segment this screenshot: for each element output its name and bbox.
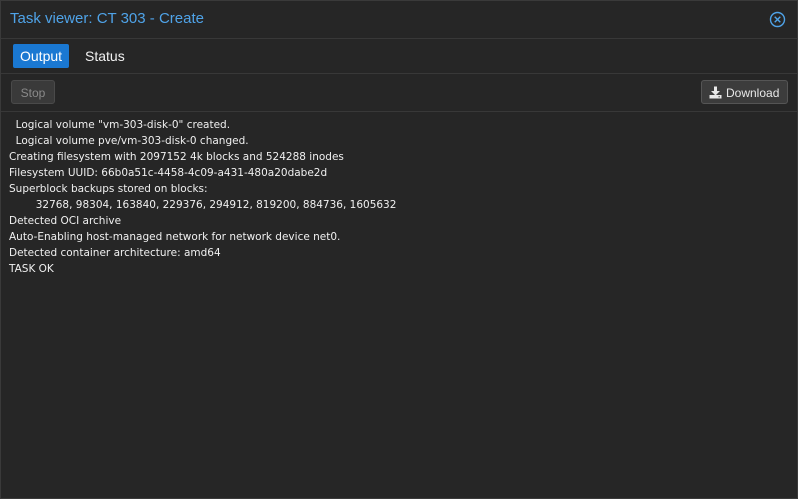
tab-bar: Output Status: [1, 39, 797, 74]
title-bar: Task viewer: CT 303 - Create: [1, 1, 797, 39]
task-log-output: Logical volume "vm-303-disk-0" created. …: [1, 112, 797, 498]
window-title: Task viewer: CT 303 - Create: [10, 10, 204, 27]
download-button[interactable]: Download: [701, 80, 788, 104]
log-line: Superblock backups stored on blocks:: [9, 183, 208, 195]
download-label: Download: [726, 86, 780, 100]
log-line: Detected container architecture: amd64: [9, 247, 221, 259]
close-icon[interactable]: [769, 11, 786, 28]
stop-button[interactable]: Stop: [11, 80, 55, 104]
log-line: Creating filesystem with 2097152 4k bloc…: [9, 151, 344, 163]
tab-output[interactable]: Output: [13, 44, 70, 68]
task-viewer-window: Task viewer: CT 303 - Create Output Stat…: [0, 0, 798, 499]
log-line: 32768, 98304, 163840, 229376, 294912, 81…: [9, 199, 397, 211]
log-line: Logical volume pve/vm-303-disk-0 changed…: [9, 135, 249, 147]
log-line: TASK OK: [9, 263, 54, 275]
log-line: Auto-Enabling host-managed network for n…: [9, 231, 341, 243]
log-line: Filesystem UUID: 66b0a51c-4458-4c09-a431…: [9, 167, 328, 179]
download-icon: [709, 86, 722, 99]
toolbar: Stop Download: [1, 74, 797, 112]
log-line: Logical volume "vm-303-disk-0" created.: [9, 119, 231, 131]
tab-status[interactable]: Status: [78, 44, 132, 68]
log-line: Detected OCI archive: [9, 215, 122, 227]
